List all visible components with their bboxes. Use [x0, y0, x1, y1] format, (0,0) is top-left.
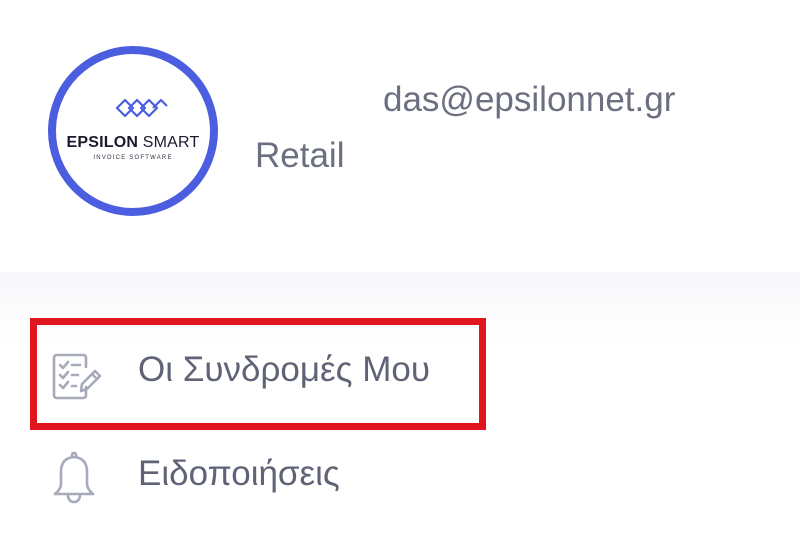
menu-item-label: Οι Συνδρομές Μου	[138, 350, 430, 389]
user-role: Retail	[255, 136, 345, 175]
epsilon-logo-icon	[115, 98, 168, 118]
logo-tagline: INVOICE SOFTWARE	[93, 155, 173, 161]
avatar[interactable]: EPSILON SMART INVOICE SOFTWARE	[48, 46, 218, 216]
profile-header: EPSILON SMART INVOICE SOFTWARE das@epsil…	[0, 0, 800, 270]
account-menu: Οι Συνδρομές Μου Ειδοποιήσεις	[0, 272, 800, 533]
menu-item-my-subscriptions[interactable]: Οι Συνδρομές Μου	[30, 318, 486, 430]
bell-icon	[53, 451, 95, 504]
logo-wordmark: EPSILON SMART	[66, 134, 200, 151]
user-email: das@epsilonnet.gr	[383, 80, 676, 119]
menu-item-notifications[interactable]: Ειδοποιήσεις	[30, 430, 486, 520]
subscriptions-checklist-icon	[52, 353, 102, 400]
menu-item-label: Ειδοποιήσεις	[138, 454, 340, 493]
